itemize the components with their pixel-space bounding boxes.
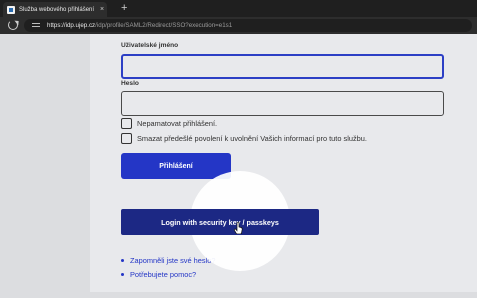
- address-bar[interactable]: https://idp.ujep.cz/idp/profile/SAML2/Re…: [24, 19, 472, 32]
- password-input[interactable]: [121, 91, 444, 116]
- tab-close-icon[interactable]: ×: [97, 6, 107, 13]
- login-button[interactable]: Přihlášení: [121, 153, 231, 179]
- remember-label[interactable]: Nepamatovat přihlášení.: [137, 119, 217, 128]
- list-item: Potřebujete pomoc?: [121, 267, 215, 281]
- remember-row: Nepamatovat přihlášení.: [121, 118, 217, 129]
- new-tab-button[interactable]: +: [121, 1, 127, 15]
- revoke-consent-label[interactable]: Smazat předešlé povolení k uvolnění Vaši…: [137, 134, 367, 143]
- browser-tab[interactable]: Služba webového přihlášení ×: [3, 2, 107, 17]
- revoke-consent-checkbox[interactable]: [121, 133, 132, 144]
- help-links: Zapomněli jste své heslo? Potřebujete po…: [121, 253, 215, 281]
- passkey-login-button[interactable]: Login with security key / passkeys: [121, 209, 319, 235]
- help-link[interactable]: Potřebujete pomoc?: [130, 270, 196, 279]
- remember-checkbox[interactable]: [121, 118, 132, 129]
- site-info-icon[interactable]: [32, 22, 40, 30]
- username-input[interactable]: [121, 54, 444, 79]
- url-path: /idp/profile/SAML2/Redirect/SSO?executio…: [95, 22, 233, 29]
- username-label: Uživatelské jméno: [121, 42, 179, 49]
- hand-cursor-icon: [234, 222, 243, 234]
- list-item: Zapomněli jste své heslo?: [121, 253, 215, 267]
- browser-tabstrip: Služba webového přihlášení × +: [0, 0, 477, 17]
- bullet-icon: [121, 258, 124, 262]
- reload-icon[interactable]: [8, 20, 18, 30]
- bullet-icon: [121, 272, 124, 276]
- password-label: Heslo: [121, 80, 139, 87]
- url-host: https://idp.ujep.cz: [47, 22, 96, 29]
- url-text: https://idp.ujep.cz/idp/profile/SAML2/Re…: [47, 22, 232, 29]
- forgot-password-link[interactable]: Zapomněli jste své heslo?: [130, 256, 215, 265]
- tab-title: Služba webového přihlášení: [19, 6, 95, 13]
- browser-toolbar: https://idp.ujep.cz/idp/profile/SAML2/Re…: [0, 17, 477, 34]
- revoke-consent-row: Smazat předešlé povolení k uvolnění Vaši…: [121, 133, 367, 144]
- site-favicon-icon: [7, 5, 15, 14]
